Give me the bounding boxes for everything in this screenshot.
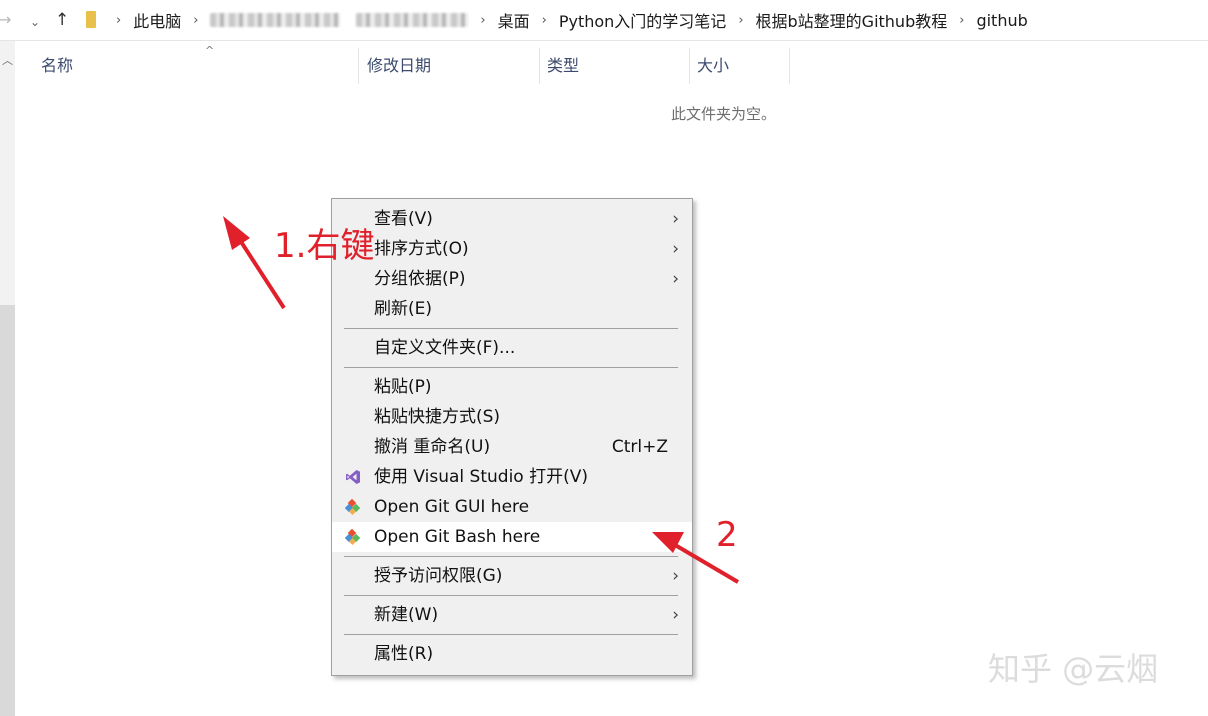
annotation-step-1: 1.右键: [274, 226, 375, 266]
watermark: 知乎 @云烟: [988, 650, 1159, 688]
annotation-arrows: [223, 216, 740, 584]
annotation-step-2: 2: [716, 515, 738, 555]
